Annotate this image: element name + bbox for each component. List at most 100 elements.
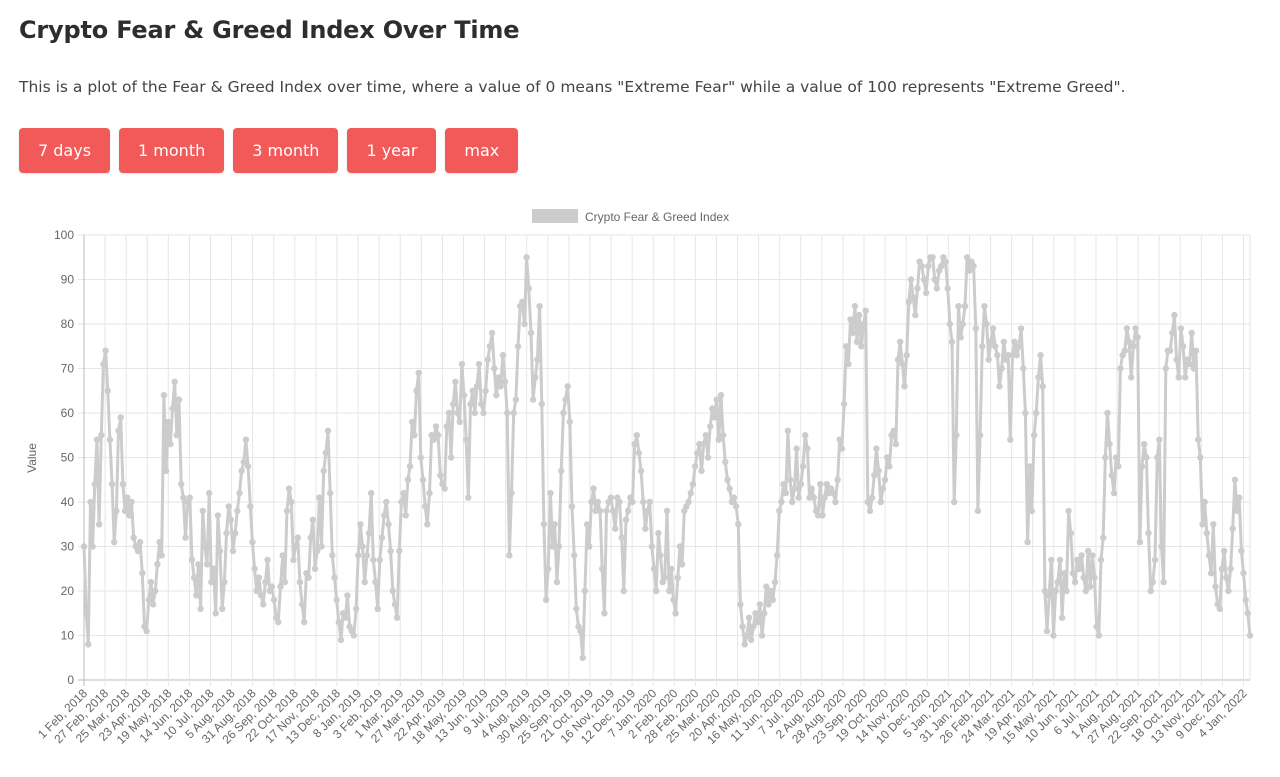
data-point bbox=[1210, 521, 1217, 528]
data-point bbox=[415, 369, 422, 377]
data-point bbox=[115, 427, 122, 434]
data-point bbox=[912, 311, 919, 319]
range-button-1-month[interactable]: 1 month bbox=[119, 128, 225, 173]
data-point bbox=[974, 507, 982, 515]
data-point bbox=[126, 512, 133, 519]
data-point bbox=[944, 285, 951, 292]
data-point bbox=[1104, 409, 1111, 417]
chart-grid bbox=[78, 234, 1251, 686]
data-point bbox=[165, 418, 172, 426]
data-point bbox=[234, 507, 241, 515]
chart-legend[interactable]: Crypto Fear & Greed Index bbox=[532, 209, 729, 224]
data-point bbox=[508, 489, 515, 497]
data-point bbox=[942, 258, 949, 265]
data-point bbox=[1128, 374, 1135, 381]
data-point bbox=[989, 325, 997, 332]
y-tick-label: 30 bbox=[61, 540, 75, 554]
data-point bbox=[886, 463, 893, 470]
data-point bbox=[730, 494, 738, 501]
range-button-7-days[interactable]: 7 days bbox=[19, 128, 111, 173]
data-point bbox=[953, 432, 960, 439]
data-point bbox=[113, 507, 120, 515]
data-point bbox=[551, 521, 558, 528]
range-button-3-month[interactable]: 3 month bbox=[233, 128, 339, 173]
data-point bbox=[1223, 574, 1230, 581]
data-point bbox=[1201, 498, 1208, 506]
data-point bbox=[1054, 578, 1062, 586]
data-point bbox=[689, 481, 697, 488]
data-point bbox=[255, 574, 263, 581]
data-point bbox=[678, 561, 686, 568]
data-point bbox=[357, 521, 364, 528]
data-point bbox=[441, 485, 448, 492]
data-point bbox=[182, 534, 189, 541]
data-point bbox=[270, 596, 278, 604]
range-button-1-year[interactable]: 1 year bbox=[347, 128, 437, 173]
data-point bbox=[957, 334, 964, 341]
data-point bbox=[193, 592, 200, 599]
data-point bbox=[361, 578, 368, 586]
data-point bbox=[691, 463, 699, 470]
data-point bbox=[197, 605, 204, 612]
data-point bbox=[925, 262, 932, 270]
data-point bbox=[856, 311, 863, 319]
data-point bbox=[149, 601, 157, 608]
data-point bbox=[694, 449, 701, 457]
data-point bbox=[301, 618, 308, 626]
data-point bbox=[482, 387, 489, 394]
data-point bbox=[594, 498, 602, 506]
data-point bbox=[1030, 432, 1038, 439]
data-point bbox=[1043, 627, 1051, 635]
data-point bbox=[493, 392, 500, 399]
data-point bbox=[724, 476, 731, 483]
data-point bbox=[288, 498, 295, 506]
data-point bbox=[443, 423, 450, 430]
data-point bbox=[685, 498, 692, 506]
data-point bbox=[1035, 374, 1042, 381]
data-point bbox=[784, 427, 792, 434]
data-point bbox=[484, 356, 491, 363]
data-point bbox=[732, 503, 740, 510]
data-point bbox=[1156, 436, 1163, 443]
data-point bbox=[238, 467, 245, 475]
range-button-max[interactable]: max bbox=[445, 128, 519, 173]
data-point bbox=[1203, 529, 1211, 537]
data-point bbox=[994, 352, 1001, 359]
data-point bbox=[281, 578, 288, 586]
data-point bbox=[843, 343, 850, 350]
y-axis-ticks: 0 10 20 30 40 50 60 70 80 90 100 bbox=[54, 228, 74, 687]
data-point bbox=[735, 521, 742, 528]
data-point bbox=[1095, 632, 1103, 639]
data-point bbox=[495, 374, 502, 381]
data-point bbox=[223, 529, 230, 537]
data-point bbox=[981, 303, 988, 310]
data-point bbox=[1141, 440, 1148, 448]
data-point bbox=[1166, 347, 1174, 354]
legend-swatch bbox=[532, 209, 578, 223]
data-point bbox=[1236, 494, 1243, 501]
data-point bbox=[992, 343, 999, 350]
data-point bbox=[633, 432, 640, 439]
y-tick-label: 60 bbox=[61, 406, 75, 420]
data-point bbox=[804, 445, 811, 452]
data-point bbox=[1039, 383, 1046, 390]
data-point bbox=[279, 552, 286, 559]
data-point bbox=[292, 543, 299, 550]
data-point bbox=[1013, 352, 1020, 359]
data-point bbox=[588, 498, 595, 506]
data-point bbox=[838, 445, 846, 452]
data-point bbox=[719, 432, 727, 439]
data-point bbox=[1136, 538, 1144, 546]
data-point bbox=[687, 489, 694, 497]
data-point bbox=[879, 485, 887, 492]
data-point bbox=[1158, 543, 1165, 550]
data-point bbox=[901, 383, 908, 390]
data-point bbox=[793, 445, 800, 452]
data-point bbox=[756, 601, 763, 608]
data-point bbox=[931, 276, 938, 283]
data-point bbox=[175, 396, 183, 403]
data-point bbox=[305, 574, 312, 581]
data-point bbox=[329, 552, 336, 559]
data-point bbox=[657, 552, 664, 559]
data-point bbox=[579, 654, 586, 661]
